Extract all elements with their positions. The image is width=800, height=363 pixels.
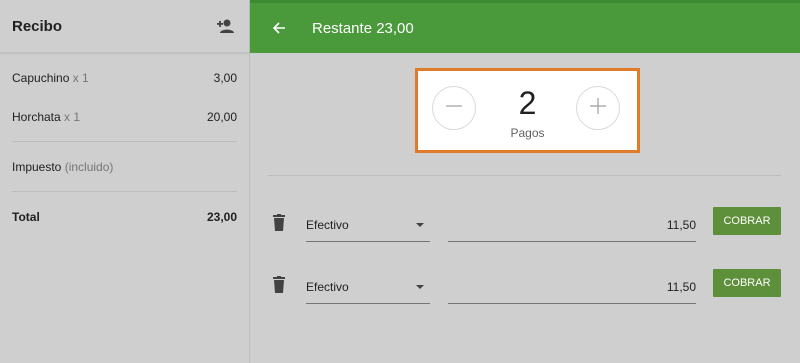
receipt-item-name: Horchata x 1 <box>12 110 81 124</box>
payment-row: Efectivo 11,50 COBRAR <box>268 264 788 304</box>
receipt-title: Recibo <box>12 17 63 35</box>
charge-button[interactable]: COBRAR <box>713 207 781 235</box>
payment-method-value: Efectivo <box>306 218 349 232</box>
receipt-item-price: 20,00 <box>206 110 237 124</box>
dropdown-arrow-icon <box>416 223 424 227</box>
arrow-back-icon[interactable] <box>268 17 290 39</box>
remaining-title: Restante 23,00 <box>312 19 414 37</box>
payment-method-select[interactable]: Efectivo <box>306 274 430 304</box>
payment-amount-field[interactable]: 11,50 <box>448 212 696 242</box>
payments-counter: 2 Pagos <box>415 68 640 153</box>
payment-row: Efectivo 11,50 COBRAR <box>268 202 788 242</box>
top-app-bar: Restante 23,00 <box>250 0 800 53</box>
increment-button[interactable] <box>576 86 620 130</box>
plus-icon <box>588 96 608 121</box>
payment-method-select[interactable]: Efectivo <box>306 212 430 242</box>
receipt-item[interactable]: Horchata x 1 20,00 <box>12 110 237 124</box>
receipt-item-name: Capuchino x 1 <box>12 71 89 85</box>
receipt-header: Recibo <box>0 0 249 53</box>
receipt-divider <box>12 191 237 192</box>
receipt-item-price: 3,00 <box>213 71 237 85</box>
payment-method-value: Efectivo <box>306 280 349 294</box>
tax-label: Impuesto (incluido) <box>12 160 114 174</box>
receipt-divider <box>12 141 237 142</box>
receipt-panel: Recibo Capuchino x 1 3,00 Horchata x 1 2… <box>0 0 250 363</box>
trash-icon[interactable] <box>271 214 287 232</box>
total-label: Total <box>12 210 40 224</box>
receipt-tax: Impuesto (incluido) <box>12 160 237 174</box>
trash-icon[interactable] <box>271 276 287 294</box>
receipt-item[interactable]: Capuchino x 1 3,00 <box>12 71 237 85</box>
person-add-icon[interactable] <box>213 14 237 38</box>
receipt-total: Total 23,00 <box>12 210 237 224</box>
charge-button[interactable]: COBRAR <box>713 269 781 297</box>
total-value: 23,00 <box>206 210 237 224</box>
section-divider <box>268 175 781 176</box>
payment-amount-field[interactable]: 11,50 <box>448 274 696 304</box>
dropdown-arrow-icon <box>416 285 424 289</box>
